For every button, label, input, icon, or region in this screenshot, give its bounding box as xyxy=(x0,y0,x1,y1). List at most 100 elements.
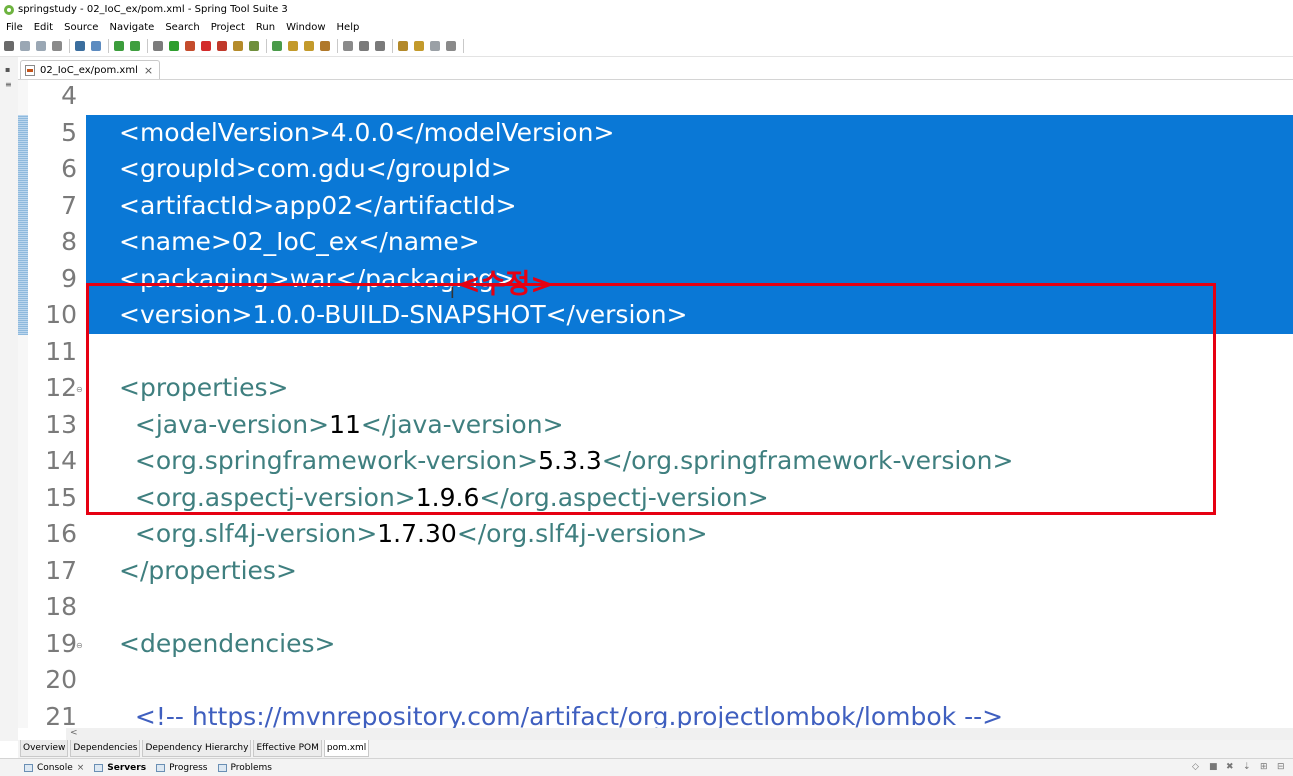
code-line[interactable]: 5 <modelVersion>4.0.0</modelVersion> xyxy=(18,114,1293,151)
console-icon xyxy=(24,763,33,772)
annotation-icon[interactable] xyxy=(343,40,353,51)
view-tab-progress[interactable]: Progress xyxy=(156,763,208,773)
code-line[interactable]: 16 <org.slf4j-version>1.7.30</org.slf4j-… xyxy=(18,516,1293,553)
last-edit-icon[interactable] xyxy=(398,40,408,51)
tab-overview[interactable]: Overview xyxy=(20,740,69,757)
next-annotation-icon[interactable] xyxy=(359,40,369,51)
remove-launch-icon[interactable]: ■ xyxy=(1209,762,1219,772)
code-line[interactable]: 19 ⊖ <dependencies> xyxy=(18,626,1293,663)
menu-source[interactable]: Source xyxy=(64,22,98,33)
code-text: <!-- https://mvnrepository.com/artifact/… xyxy=(119,699,1003,729)
code-line[interactable]: 4 xyxy=(18,80,1293,115)
editor-tab-pom-xml[interactable]: 02_IoC_ex/pom.xml × xyxy=(20,60,161,79)
code-line[interactable]: 6 <groupId>com.gdu</groupId> xyxy=(18,151,1293,188)
toggle-highlight-icon[interactable] xyxy=(91,40,101,51)
xml-value: 02_IoC_ex xyxy=(231,227,359,256)
code-line[interactable]: 21 <!-- https://mvnrepository.com/artifa… xyxy=(18,699,1293,729)
line-number: 15 xyxy=(45,482,77,512)
window-title: springstudy - 02_IoC_ex/pom.xml - Spring… xyxy=(18,4,288,15)
remove-all-icon[interactable]: ✖ xyxy=(1226,762,1236,772)
line-number: 12 xyxy=(45,373,77,402)
refresh-icon[interactable] xyxy=(130,40,140,51)
terminate-icon[interactable]: ◇ xyxy=(1192,762,1202,772)
tab-effective-pom[interactable]: Effective POM xyxy=(253,740,322,757)
close-icon[interactable]: × xyxy=(144,64,153,77)
stop-icon[interactable] xyxy=(201,40,211,51)
run-icon[interactable] xyxy=(169,40,179,51)
code-text: <dependencies> xyxy=(119,626,335,663)
view-tab-servers[interactable]: Servers xyxy=(94,763,146,773)
menu-search[interactable]: Search xyxy=(165,22,199,33)
line-number: 17 xyxy=(45,555,77,585)
close-icon[interactable]: × xyxy=(77,763,85,773)
view-tab-console[interactable]: Console × xyxy=(24,763,84,773)
menu-help[interactable]: Help xyxy=(337,22,360,33)
code-text: </properties> xyxy=(119,553,297,590)
text-cursor-icon: I xyxy=(450,283,455,302)
fold-toggle-icon[interactable]: ⊖ xyxy=(76,641,83,649)
menu-bar: File Edit Source Navigate Search Project Run Wi… xyxy=(0,19,1293,35)
menu-file[interactable]: File xyxy=(6,22,23,33)
open-type-icon[interactable] xyxy=(288,40,298,51)
restore-icon[interactable]: ▪ xyxy=(5,66,13,74)
new-spring-icon[interactable] xyxy=(272,40,282,51)
xml-close-tag: </modelVersion> xyxy=(394,117,615,147)
tab-dependency-hierarchy[interactable]: Dependency Hierarchy xyxy=(142,740,252,757)
line-number: 18 xyxy=(45,592,77,621)
line-number: 19 xyxy=(45,628,77,658)
line-number: 10 xyxy=(45,300,77,329)
toolbar-separator xyxy=(147,38,148,53)
new-class-icon[interactable] xyxy=(249,40,259,51)
xml-close-tag: </groupId> xyxy=(365,154,512,183)
xml-open-tag: <artifactId> xyxy=(119,190,275,220)
run-external-icon[interactable] xyxy=(185,40,195,51)
menu-project[interactable]: Project xyxy=(211,22,245,33)
editor-tab-label: 02_IoC_ex/pom.xml xyxy=(40,64,138,76)
toolbar-separator xyxy=(392,38,393,53)
xml-open-tag: </properties> xyxy=(119,555,297,585)
new-package-icon[interactable] xyxy=(233,40,243,51)
menu-run[interactable]: Run xyxy=(256,22,275,33)
line-number: 9 xyxy=(61,263,77,293)
code-line[interactable]: 7 <artifactId>app02</artifactId> xyxy=(18,187,1293,224)
xml-value: 4.0.0 xyxy=(330,117,395,147)
menu-window[interactable]: Window xyxy=(286,22,325,33)
save-icon[interactable] xyxy=(20,40,30,51)
scroll-left-icon[interactable]: < xyxy=(70,728,78,738)
fold-toggle-icon[interactable]: ⊖ xyxy=(76,386,83,394)
console-icon[interactable] xyxy=(75,40,85,51)
view-tab-problems[interactable]: Problems xyxy=(217,763,272,773)
pin-console-icon[interactable]: ⊞ xyxy=(1260,762,1270,772)
code-line[interactable]: 18 xyxy=(18,589,1293,626)
display-console-icon[interactable]: ⊟ xyxy=(1277,762,1287,772)
open-task-icon[interactable] xyxy=(304,40,314,51)
debug-icon[interactable] xyxy=(153,40,163,51)
back-icon[interactable] xyxy=(414,40,424,51)
tab-dependencies[interactable]: Dependencies xyxy=(70,740,141,757)
forward-icon[interactable] xyxy=(430,40,440,51)
pin-editor-icon[interactable] xyxy=(446,40,456,51)
scroll-lock-icon[interactable]: ⇣ xyxy=(1243,762,1253,772)
tab-pom-xml[interactable]: pom.xml xyxy=(323,740,370,757)
horizontal-scrollbar[interactable]: < xyxy=(66,728,1293,740)
menu-navigate[interactable]: Navigate xyxy=(109,22,154,33)
line-number: 4 xyxy=(61,81,77,110)
spring-boot-icon[interactable] xyxy=(114,40,124,51)
annotation-box xyxy=(86,283,1216,515)
xml-open-tag: <org.slf4j-version> xyxy=(119,519,378,548)
outline-icon[interactable]: ≡ xyxy=(5,81,13,89)
server-icon[interactable] xyxy=(217,40,227,51)
code-line[interactable]: 17 </properties> xyxy=(18,553,1293,590)
menu-edit[interactable]: Edit xyxy=(34,22,53,33)
search-icon[interactable] xyxy=(320,40,330,51)
new-icon[interactable] xyxy=(4,40,14,51)
save-all-icon[interactable] xyxy=(36,40,46,51)
code-line[interactable]: 8 <name>02_IoC_ex</name> xyxy=(18,224,1293,261)
print-icon[interactable] xyxy=(52,40,62,51)
toolbar-separator xyxy=(463,38,464,53)
spring-tool-suite-icon xyxy=(4,4,14,15)
bottom-view-bar: Console × Servers Progress Problems ◇ ■ ✖ ⇣ … xyxy=(0,758,1293,776)
code-line[interactable]: 20 xyxy=(18,662,1293,699)
prev-annotation-icon[interactable] xyxy=(375,40,385,51)
line-number: 6 xyxy=(61,154,77,183)
